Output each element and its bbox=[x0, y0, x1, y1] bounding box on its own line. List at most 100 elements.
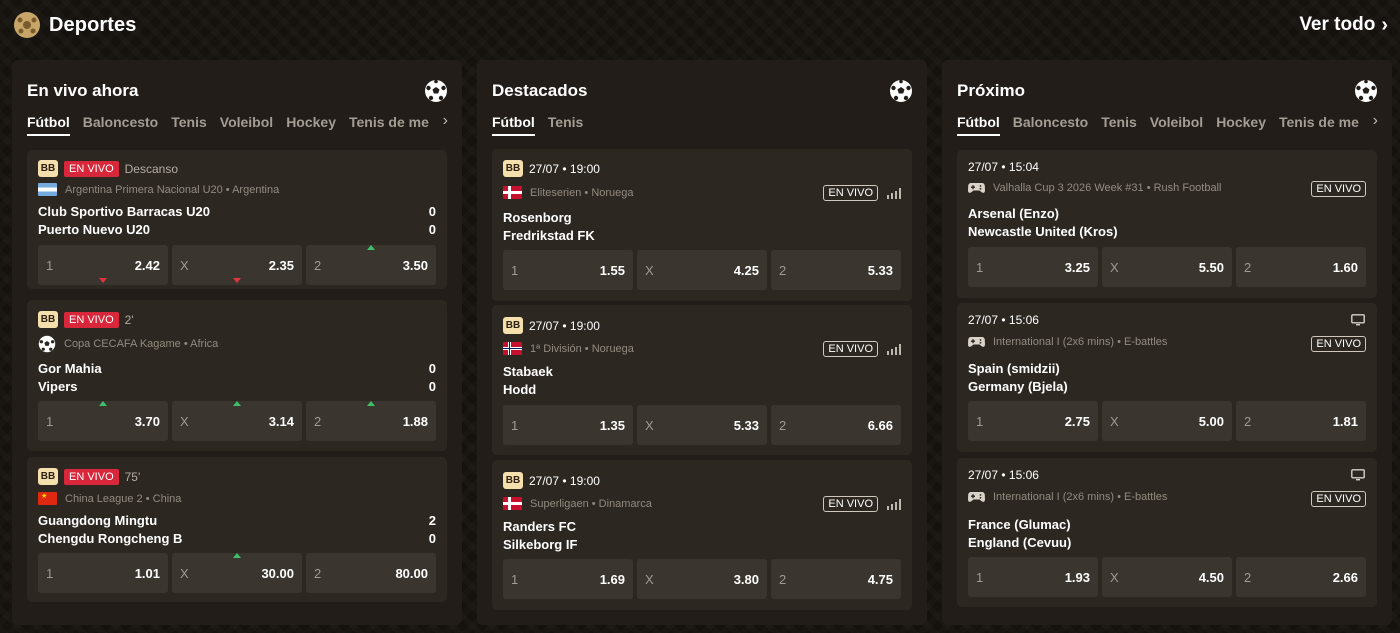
view-all-link[interactable]: Ver todo › bbox=[1299, 14, 1388, 37]
league-name: 1ª División • Noruega bbox=[530, 342, 634, 355]
odds-down-icon bbox=[99, 278, 107, 283]
signal-bars-icon bbox=[887, 499, 901, 510]
odd-label: 1 bbox=[46, 257, 54, 273]
match-card[interactable]: 27/07 • 15:06 International I (2x6 mins)… bbox=[957, 303, 1377, 452]
odd-button-draw[interactable]: X 30.00 bbox=[172, 553, 302, 593]
tab-voleibol[interactable]: Voleibol bbox=[1150, 114, 1203, 136]
home-team: Arsenal (Enzo) bbox=[968, 206, 1060, 221]
soccer-ball-icon bbox=[425, 79, 447, 102]
tab-tenis-de-mesa[interactable]: Tenis de me bbox=[349, 114, 429, 136]
panel-title: En vivo ahora bbox=[27, 81, 139, 100]
odd-label: 1 bbox=[46, 565, 54, 581]
tab-baloncesto[interactable]: Baloncesto bbox=[83, 114, 158, 136]
away-team: Fredrikstad FK bbox=[503, 228, 595, 243]
match-card[interactable]: BB 27/07 • 19:00 Superligaen • Dinamarca… bbox=[492, 460, 912, 610]
odd-button-home[interactable]: 1 1.01 bbox=[38, 553, 168, 593]
away-team: Vipers bbox=[38, 379, 78, 394]
odd-button-home[interactable]: 1 1.93 bbox=[968, 557, 1098, 597]
tab-futbol[interactable]: Fútbol bbox=[492, 114, 535, 136]
match-card[interactable]: BB EN VIVO Descanso Argentina Primera Na… bbox=[27, 150, 447, 289]
odd-value: 2.42 bbox=[134, 257, 160, 273]
match-datetime: 27/07 • 15:06 bbox=[968, 468, 1039, 482]
odd-button-draw[interactable]: X 2.35 bbox=[172, 245, 302, 285]
live-tag: EN VIVO bbox=[1311, 336, 1366, 352]
tab-futbol[interactable]: Fútbol bbox=[957, 114, 1000, 136]
odd-button-draw[interactable]: X 4.50 bbox=[1102, 557, 1232, 597]
chevron-right-icon[interactable]: › bbox=[434, 114, 448, 130]
live-tag: EN VIVO bbox=[823, 185, 878, 201]
odd-button-home[interactable]: 1 2.75 bbox=[968, 401, 1098, 441]
odd-label: 1 bbox=[46, 413, 54, 429]
league-name: Copa CECAFA Kagame • Africa bbox=[64, 338, 219, 350]
match-card[interactable]: BB 27/07 • 19:00 1ª División • Noruega E… bbox=[492, 305, 912, 455]
match-card[interactable]: 27/07 • 15:06 International I (2x6 mins)… bbox=[957, 458, 1377, 607]
odd-value: 3.50 bbox=[402, 257, 428, 273]
odd-label: 2 bbox=[1244, 569, 1252, 585]
odd-button-home[interactable]: 1 2.42 bbox=[38, 245, 168, 285]
tab-hockey[interactable]: Hockey bbox=[286, 114, 336, 136]
tab-futbol[interactable]: Fútbol bbox=[27, 114, 70, 136]
home-team: Stabaek bbox=[503, 364, 553, 379]
sport-tabs: Fútbol Baloncesto Tenis Voleibol Hockey … bbox=[957, 114, 1378, 136]
tab-hockey[interactable]: Hockey bbox=[1216, 114, 1266, 136]
odd-value: 5.50 bbox=[1198, 259, 1224, 275]
odd-button-draw[interactable]: X 3.14 bbox=[172, 401, 302, 441]
gamepad-icon bbox=[968, 492, 985, 502]
odd-button-home[interactable]: 1 1.35 bbox=[503, 405, 633, 445]
odd-button-away[interactable]: 2 80.00 bbox=[306, 553, 436, 593]
odd-button-home[interactable]: 1 3.25 bbox=[968, 247, 1098, 287]
odd-value: 2.66 bbox=[1332, 569, 1358, 585]
odd-button-away[interactable]: 2 4.75 bbox=[771, 559, 901, 599]
odd-value: 1.60 bbox=[1332, 259, 1358, 275]
odds-up-icon bbox=[233, 401, 241, 406]
away-team: Puerto Nuevo U20 bbox=[38, 222, 150, 237]
odd-button-draw[interactable]: X 4.25 bbox=[637, 250, 767, 290]
tab-voleibol[interactable]: Voleibol bbox=[220, 114, 273, 136]
odd-button-away[interactable]: 2 2.66 bbox=[1236, 557, 1366, 597]
home-team: Rosenborg bbox=[503, 210, 572, 225]
odd-button-draw[interactable]: X 5.50 bbox=[1102, 247, 1232, 287]
match-status: 75' bbox=[124, 469, 141, 484]
odd-label: X bbox=[1110, 413, 1119, 429]
odd-button-draw[interactable]: X 5.33 bbox=[637, 405, 767, 445]
odd-button-away[interactable]: 2 1.81 bbox=[1236, 401, 1366, 441]
odd-label: 2 bbox=[314, 413, 322, 429]
bb-badge: BB bbox=[503, 317, 523, 334]
odd-button-away[interactable]: 2 3.50 bbox=[306, 245, 436, 285]
away-team: Chengdu Rongcheng B bbox=[38, 531, 183, 546]
odd-label: 1 bbox=[976, 413, 984, 429]
sport-tabs: Fútbol Baloncesto Tenis Voleibol Hockey … bbox=[27, 114, 448, 136]
chevron-right-icon: › bbox=[1381, 13, 1388, 36]
page-title: Deportes bbox=[49, 13, 137, 36]
match-card[interactable]: 27/07 • 15:04 Valhalla Cup 3 2026 Week #… bbox=[957, 150, 1377, 298]
live-tag: EN VIVO bbox=[823, 341, 878, 357]
match-card[interactable]: BB 27/07 • 19:00 Eliteserien • Noruega E… bbox=[492, 149, 912, 301]
match-datetime: 27/07 • 15:04 bbox=[968, 160, 1039, 174]
odd-label: 1 bbox=[976, 569, 984, 585]
match-card[interactable]: BB EN VIVO 2' Copa CECAFA Kagame • Afric… bbox=[27, 300, 447, 451]
odd-button-home[interactable]: 1 3.70 bbox=[38, 401, 168, 441]
tab-tenis[interactable]: Tenis bbox=[171, 114, 207, 136]
odd-button-away[interactable]: 2 5.33 bbox=[771, 250, 901, 290]
odd-label: X bbox=[645, 262, 654, 278]
tab-tenis[interactable]: Tenis bbox=[1101, 114, 1137, 136]
odd-button-home[interactable]: 1 1.69 bbox=[503, 559, 633, 599]
odd-value: 3.80 bbox=[733, 571, 759, 587]
odd-button-away[interactable]: 2 1.60 bbox=[1236, 247, 1366, 287]
odd-button-away[interactable]: 2 6.66 bbox=[771, 405, 901, 445]
tab-tenis[interactable]: Tenis bbox=[548, 114, 584, 136]
live-badge: EN VIVO bbox=[64, 311, 119, 328]
home-team: Gor Mahia bbox=[38, 361, 102, 376]
league-name: Argentina Primera Nacional U20 • Argenti… bbox=[65, 183, 280, 196]
match-card[interactable]: BB EN VIVO 75' ★ China League 2 • China … bbox=[27, 457, 447, 602]
tab-tenis-de-mesa[interactable]: Tenis de me bbox=[1279, 114, 1359, 136]
home-team: Randers FC bbox=[503, 519, 576, 534]
odds-down-icon bbox=[233, 278, 241, 283]
odd-button-draw[interactable]: X 3.80 bbox=[637, 559, 767, 599]
odd-button-draw[interactable]: X 5.00 bbox=[1102, 401, 1232, 441]
odd-value: 3.25 bbox=[1064, 259, 1090, 275]
tab-baloncesto[interactable]: Baloncesto bbox=[1013, 114, 1088, 136]
odd-button-home[interactable]: 1 1.55 bbox=[503, 250, 633, 290]
chevron-right-icon[interactable]: › bbox=[1364, 114, 1378, 130]
odd-button-away[interactable]: 2 1.88 bbox=[306, 401, 436, 441]
